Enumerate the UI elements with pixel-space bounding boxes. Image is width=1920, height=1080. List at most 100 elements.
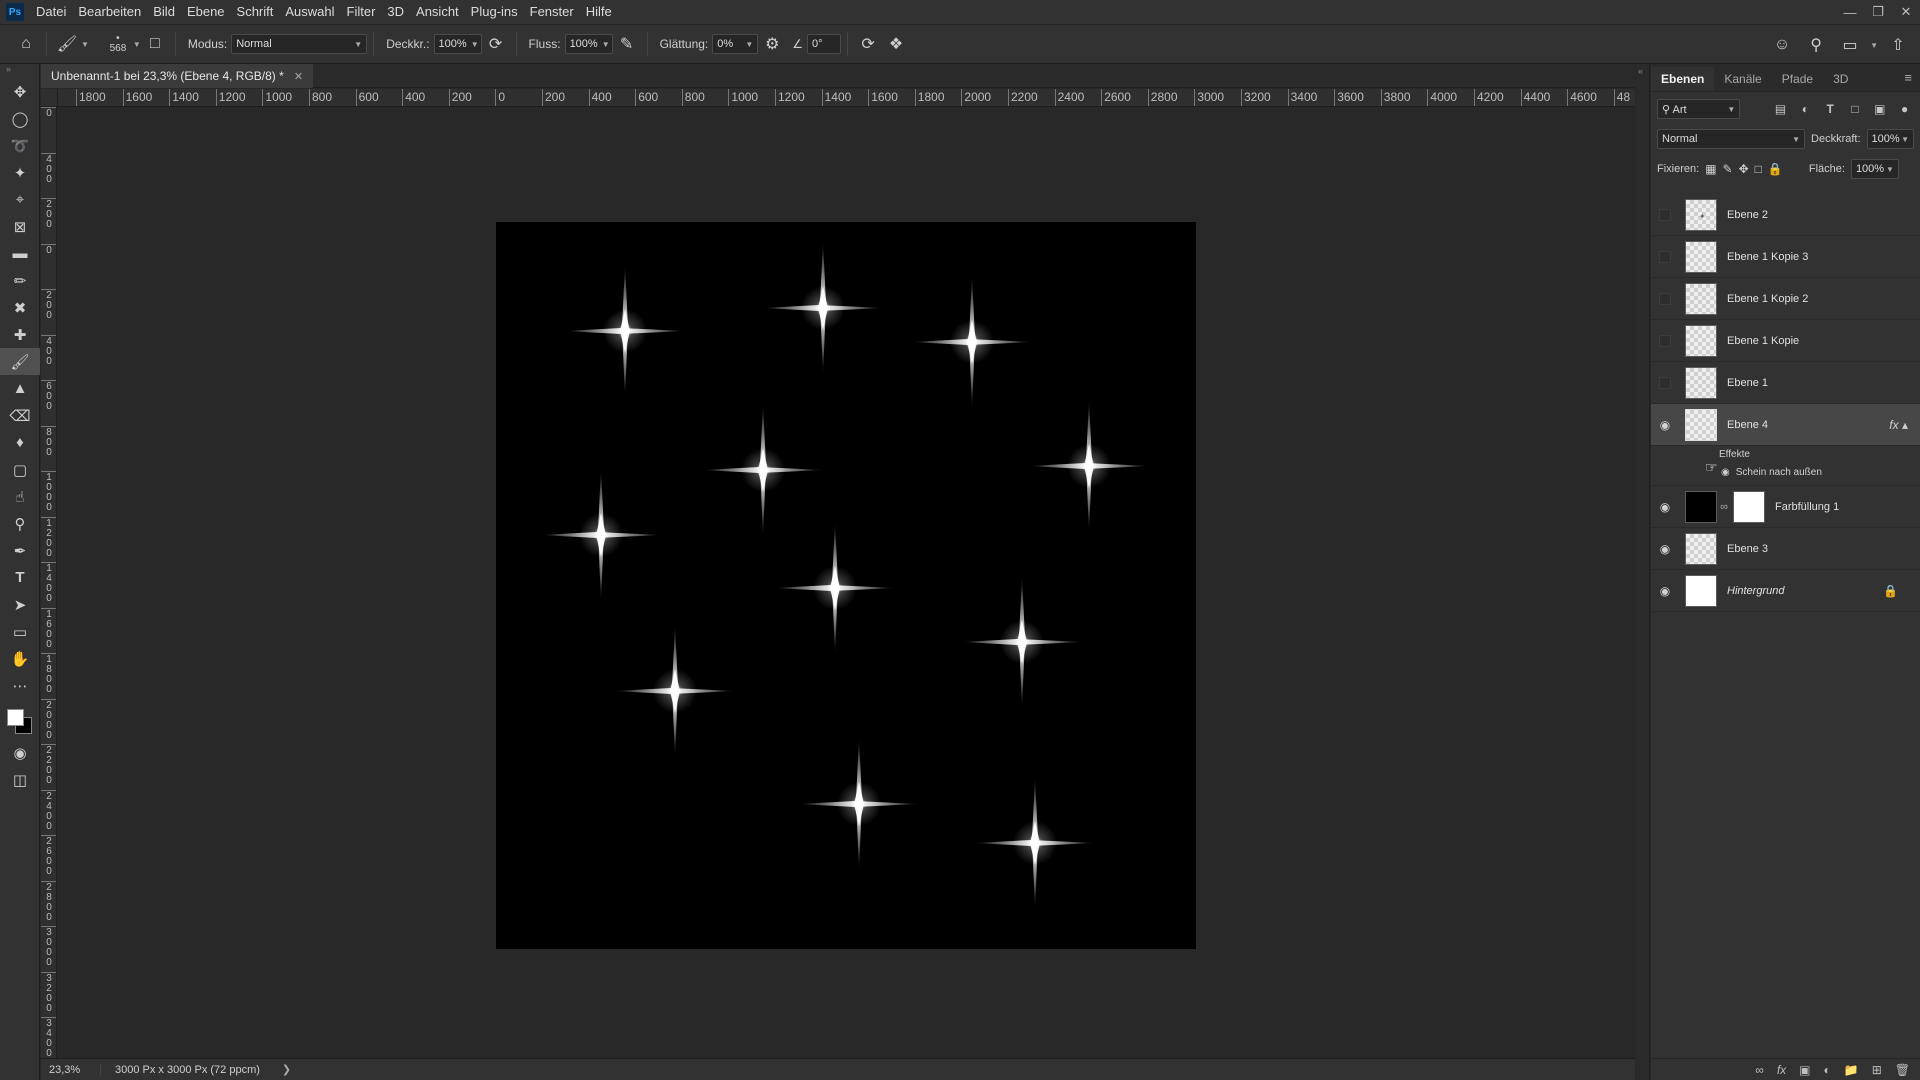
add-mask-icon[interactable]: ▣	[1799, 1063, 1810, 1077]
effects-label[interactable]: Effekte	[1719, 449, 1750, 460]
chevron-down-icon[interactable]: ▼	[1870, 41, 1878, 50]
menu-auswahl[interactable]: Auswahl	[279, 0, 340, 24]
restore-icon[interactable]: ❐	[1864, 0, 1892, 24]
menu-ebene[interactable]: Ebene	[181, 0, 231, 24]
brush-tool-icon[interactable]: 🖌	[0, 348, 40, 375]
lock-all-icon[interactable]: 🔒	[1768, 162, 1783, 176]
deckkraft-input[interactable]: 100% ▼	[433, 34, 482, 54]
eye-icon[interactable]: ◉	[1651, 584, 1679, 598]
smudge-tool-icon[interactable]: ☝	[0, 483, 40, 510]
visibility-toggle[interactable]	[1651, 292, 1679, 305]
lock-pixels-icon[interactable]: ✎	[1723, 162, 1733, 176]
menu-datei[interactable]: Datei	[30, 0, 72, 24]
chevron-down-icon[interactable]: ▼	[133, 40, 141, 49]
more-tools-icon[interactable]: ⋯	[0, 672, 40, 699]
filter-shape-icon[interactable]: □	[1846, 99, 1865, 119]
zoom-level[interactable]: 23,3%	[41, 1063, 101, 1076]
adjustment-layer-icon[interactable]: ◐	[1824, 1063, 1831, 1077]
layer-row[interactable]: ◉ ∞ Farbfüllung 1	[1651, 486, 1920, 528]
lock-position-icon[interactable]: ✥	[1739, 162, 1749, 176]
rectangle-tool-icon[interactable]: ▭	[0, 618, 40, 645]
stamp-tool-icon[interactable]: ▲	[0, 375, 40, 402]
hand-tool-icon[interactable]: ✋	[0, 645, 40, 672]
foreground-color-swatch[interactable]	[7, 709, 24, 726]
brush-settings-icon[interactable]: □	[141, 30, 169, 58]
new-group-icon[interactable]: 📁	[1844, 1063, 1859, 1077]
symmetry-icon[interactable]: ❖	[882, 30, 910, 58]
link-icon[interactable]: ∞	[1717, 501, 1731, 513]
magic-wand-tool-icon[interactable]: ✦	[0, 159, 40, 186]
menu-3d[interactable]: 3D	[381, 0, 410, 24]
ruler-corner[interactable]	[41, 89, 58, 107]
menu-fenster[interactable]: Fenster	[524, 0, 580, 24]
menu-bild[interactable]: Bild	[147, 0, 181, 24]
filter-toggle-icon[interactable]: ●	[1895, 99, 1914, 119]
screen-mode-icon[interactable]: ◫	[0, 766, 40, 793]
eyedropper-tool-icon[interactable]: ✏	[0, 267, 40, 294]
eraser-tool-icon[interactable]: ⌫	[0, 402, 40, 429]
paint-bucket-tool-icon[interactable]: ♦	[0, 429, 40, 456]
move-tool-icon[interactable]: ✥	[0, 78, 40, 105]
effect-item[interactable]: ◉ Schein nach außen	[1721, 467, 1822, 478]
filter-type-icon[interactable]: T	[1821, 99, 1840, 119]
new-layer-icon[interactable]: ⊞	[1872, 1063, 1882, 1077]
path-selection-tool-icon[interactable]: ➤	[0, 591, 40, 618]
close-icon[interactable]: ✕	[1892, 0, 1920, 24]
crop-tool-icon[interactable]: ⌖	[0, 186, 40, 213]
close-tab-icon[interactable]: ✕	[294, 70, 303, 83]
lock-transparency-icon[interactable]: ▦	[1705, 162, 1716, 176]
modus-select[interactable]: Normal ▼	[231, 34, 368, 54]
visibility-toggle[interactable]	[1651, 376, 1679, 389]
healing-brush-tool-icon[interactable]: ✚	[0, 321, 40, 348]
collapse-icon[interactable]: «	[1636, 64, 1649, 78]
layer-row[interactable]: Ebene 1 Kopie	[1651, 320, 1920, 362]
delete-layer-icon[interactable]: 🗑	[1895, 1063, 1910, 1077]
share-icon[interactable]: ⇧	[1884, 31, 1912, 59]
menu-plugins[interactable]: Plug-ins	[465, 0, 524, 24]
layer-row[interactable]: ✦ Ebene 2	[1651, 194, 1920, 236]
canvas-area[interactable]	[58, 107, 1635, 1058]
opacity-input[interactable]: 100% ▼	[1866, 129, 1914, 149]
tab-3d[interactable]: 3D	[1823, 67, 1858, 91]
airbrush-icon[interactable]: ✎	[613, 30, 641, 58]
filter-smartobject-icon[interactable]: ▣	[1870, 99, 1889, 119]
eye-icon[interactable]: ◉	[1651, 418, 1679, 432]
workspace-icon[interactable]: ▭	[1836, 31, 1864, 59]
menu-bearbeiten[interactable]: Bearbeiten	[72, 0, 147, 24]
chevron-right-icon[interactable]: ❯	[282, 1063, 291, 1076]
lock-artboard-icon[interactable]: □	[1755, 162, 1762, 176]
tab-kanaele[interactable]: Kanäle	[1714, 67, 1771, 91]
layer-row[interactable]: Ebene 1 Kopie 3	[1651, 236, 1920, 278]
ruler-tool-icon[interactable]: ▬	[0, 240, 40, 267]
visibility-toggle[interactable]	[1651, 250, 1679, 263]
lasso-tool-icon[interactable]: ➰	[0, 132, 40, 159]
menu-ansicht[interactable]: Ansicht	[410, 0, 465, 24]
layer-row-selected[interactable]: ◉ Ebene 4 fx ▴	[1651, 404, 1920, 446]
dodge-tool-icon[interactable]: ⚲	[0, 510, 40, 537]
gear-icon[interactable]: ⚙	[758, 30, 786, 58]
menu-filter[interactable]: Filter	[341, 0, 382, 24]
eye-icon[interactable]: ◉	[1651, 542, 1679, 556]
eye-icon[interactable]: ◉	[1721, 467, 1730, 478]
pressure-opacity-icon[interactable]: ⟳	[482, 30, 510, 58]
menu-schrift[interactable]: Schrift	[231, 0, 280, 24]
pen-tool-icon[interactable]: ✒	[0, 537, 40, 564]
minimize-icon[interactable]: —	[1836, 0, 1864, 24]
layer-row[interactable]: Ebene 1	[1651, 362, 1920, 404]
layer-row[interactable]: ◉ Hintergrund 🔒	[1651, 570, 1920, 612]
pressure-size-icon[interactable]: ⟳	[854, 30, 882, 58]
mask-thumbnail[interactable]	[1733, 490, 1765, 523]
blend-mode-select[interactable]: Normal ▼	[1657, 129, 1806, 149]
type-tool-icon[interactable]: T	[0, 564, 40, 591]
fluss-input[interactable]: 100% ▼	[564, 34, 613, 54]
glaettung-input[interactable]: 0% ▼	[712, 34, 759, 54]
panel-menu-icon[interactable]: ≡	[1904, 70, 1912, 85]
tab-ebenen[interactable]: Ebenen	[1651, 67, 1715, 91]
chevron-down-icon[interactable]: ▼	[81, 40, 89, 49]
document-tab[interactable]: Unbenannt-1 bei 23,3% (Ebene 4, RGB/8) *…	[41, 64, 314, 88]
layer-row[interactable]: Ebene 1 Kopie 2	[1651, 278, 1920, 320]
marquee-tool-icon[interactable]: ◯	[0, 105, 40, 132]
brush-preset-icon[interactable]: 🖌	[53, 30, 81, 58]
filter-kind-select[interactable]: ⚲ Art ▼	[1657, 99, 1741, 119]
lock-icon[interactable]: 🔒	[1883, 584, 1898, 598]
